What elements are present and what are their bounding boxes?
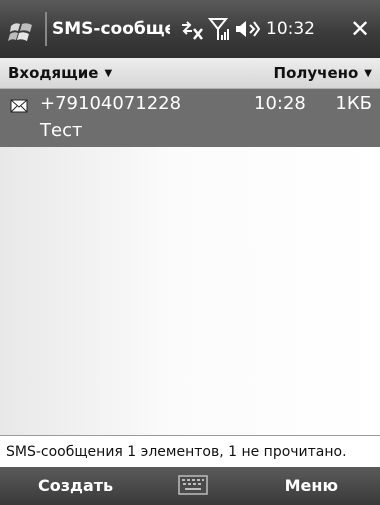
message-size: 1КБ: [335, 93, 372, 114]
message-sender: +79104071228: [40, 93, 182, 114]
sort-label: Получено: [273, 64, 359, 82]
message-row[interactable]: +79104071228 10:28 1КБ Тест: [0, 89, 380, 147]
clock[interactable]: 10:32: [266, 17, 340, 41]
volume-icon[interactable]: [234, 18, 260, 40]
title-bar: SMS-сообщени 10:32 ✕: [0, 0, 380, 58]
chevron-down-icon: ▼: [364, 68, 372, 79]
softkey-bar: Создать Меню: [0, 467, 380, 505]
sort-bar: Входящие ▼ Получено ▼: [0, 58, 380, 89]
menu-button[interactable]: Меню: [285, 467, 338, 505]
sort-dropdown[interactable]: Получено ▼: [274, 58, 372, 88]
chevron-down-icon: ▼: [104, 68, 113, 79]
message-subject: Тест: [40, 120, 83, 141]
close-button[interactable]: ✕: [346, 14, 374, 44]
status-bar: SMS-сообщения 1 элементов, 1 не прочитан…: [0, 435, 380, 468]
folder-label: Входящие: [8, 64, 99, 82]
new-button[interactable]: Создать: [38, 467, 113, 505]
folder-dropdown[interactable]: Входящие ▼: [8, 58, 112, 88]
message-list-area[interactable]: [0, 147, 380, 435]
envelope-icon: [10, 99, 28, 113]
app-title: SMS-сообщени: [52, 19, 170, 39]
signal-strength-icon[interactable]: [208, 16, 230, 42]
title-separator: [45, 12, 47, 46]
status-text: SMS-сообщения 1 элементов, 1 не прочитан…: [6, 444, 347, 460]
connectivity-icon[interactable]: [178, 17, 204, 41]
keyboard-icon[interactable]: [178, 475, 208, 495]
windows-start-icon[interactable]: [8, 16, 38, 42]
message-time: 10:28: [254, 93, 306, 114]
